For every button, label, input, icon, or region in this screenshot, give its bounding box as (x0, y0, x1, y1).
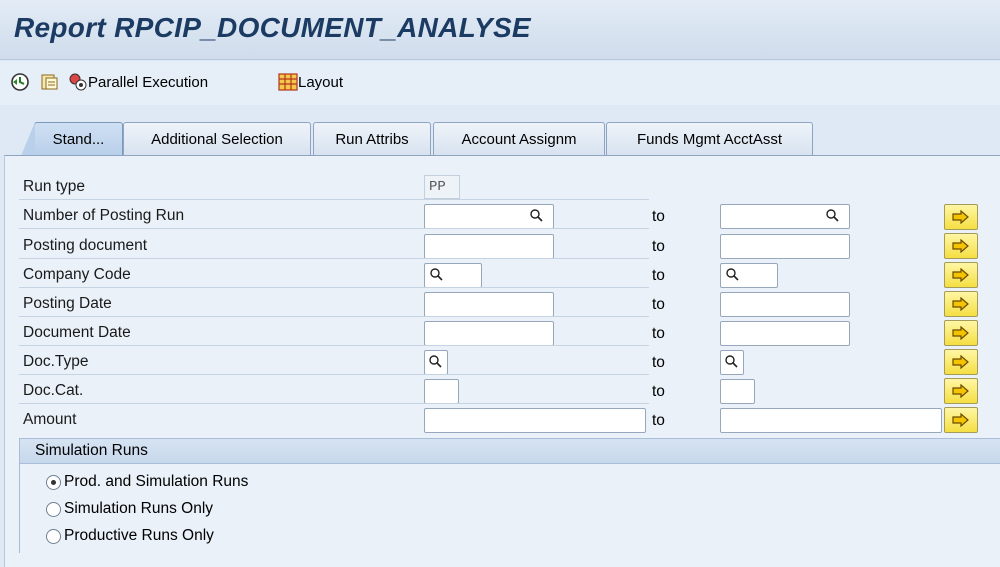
company-code-label: Company Code (23, 266, 131, 283)
layout-label: Layout (298, 73, 344, 91)
simulation-runs-title: Simulation Runs (35, 442, 148, 459)
to-label: to (652, 412, 665, 429)
execute-button[interactable] (10, 70, 30, 94)
radio-button-selected[interactable] (46, 474, 61, 490)
application-toolbar: Parallel Execution Layout (0, 61, 1000, 105)
posting-run-to-input[interactable] (720, 204, 850, 229)
doc-type-to-input[interactable] (720, 350, 744, 375)
company-code-from-input[interactable] (424, 263, 482, 288)
doc-type-label: Doc.Type (23, 353, 89, 370)
to-label: to (652, 208, 665, 225)
radio-button[interactable] (46, 501, 61, 517)
doc-cat-label: Doc.Cat. (23, 382, 84, 399)
search-help-icon[interactable] (428, 354, 444, 370)
title-bar: Report RPCIP_DOCUMENT_ANALYSE (0, 0, 1000, 60)
layout-button[interactable]: Layout (278, 70, 343, 94)
search-help-icon[interactable] (724, 354, 740, 370)
posting-document-to-input[interactable] (720, 234, 850, 259)
multiple-selection-button[interactable] (944, 407, 978, 433)
arrow-right-icon (952, 355, 969, 369)
multiple-selection-button[interactable] (944, 204, 978, 230)
multiple-selection-button[interactable] (944, 233, 978, 259)
to-label: to (652, 354, 665, 371)
amount-from-input[interactable] (424, 408, 646, 433)
tab-account-assignm[interactable]: Account Assignm (433, 122, 605, 155)
radio-prod-and-simulation[interactable]: Prod. and Simulation Runs (46, 473, 248, 491)
doc-cat-to-input[interactable] (720, 379, 755, 404)
posting-date-to-input[interactable] (720, 292, 850, 317)
tab-standard[interactable]: Stand... (21, 122, 123, 156)
arrow-right-icon (952, 413, 969, 427)
multiple-selection-button[interactable] (944, 262, 978, 288)
multiple-selection-button[interactable] (944, 320, 978, 346)
tab-additional-selection[interactable]: Additional Selection (123, 122, 311, 155)
company-code-to-input[interactable] (720, 263, 778, 288)
simulation-runs-group: Prod. and Simulation Runs Simulation Run… (19, 463, 1000, 553)
amount-to-input[interactable] (720, 408, 942, 433)
divider (19, 403, 649, 404)
search-help-icon[interactable] (825, 208, 841, 224)
search-help-icon[interactable] (725, 267, 741, 283)
posting-document-from-input[interactable] (424, 234, 554, 259)
to-label: to (652, 267, 665, 284)
posting-run-label: Number of Posting Run (23, 207, 185, 224)
divider (19, 345, 649, 346)
search-help-icon[interactable] (529, 208, 545, 224)
run-type-field: PP (424, 175, 460, 199)
tab-strip: Stand... Additional Selection Run Attrib… (0, 105, 1000, 156)
tab-funds-mgmt-acctasst[interactable]: Funds Mgmt AcctAsst (606, 122, 813, 155)
radio-label: Prod. and Simulation Runs (64, 473, 249, 490)
arrow-right-icon (952, 268, 969, 282)
multiple-selection-button[interactable] (944, 291, 978, 317)
divider (19, 374, 649, 375)
document-date-label: Document Date (23, 324, 131, 341)
parallel-execution-icon (69, 73, 87, 91)
to-label: to (652, 325, 665, 342)
posting-run-from-input[interactable] (424, 204, 554, 229)
simulation-runs-header: Simulation Runs (19, 438, 1000, 464)
arrow-right-icon (952, 326, 969, 340)
divider (19, 199, 649, 200)
page-title: Report RPCIP_DOCUMENT_ANALYSE (14, 12, 531, 43)
divider (19, 316, 649, 317)
posting-date-from-input[interactable] (424, 292, 554, 317)
tab-run-attribs[interactable]: Run Attribs (313, 122, 431, 155)
to-label: to (652, 296, 665, 313)
multiple-selection-button[interactable] (944, 349, 978, 375)
parallel-execution-button[interactable]: Parallel Execution (68, 70, 208, 94)
to-label: to (652, 238, 665, 255)
divider (19, 258, 649, 259)
arrow-right-icon (952, 384, 969, 398)
to-label: to (652, 383, 665, 400)
arrow-right-icon (952, 210, 969, 224)
posting-date-label: Posting Date (23, 295, 112, 312)
posting-document-label: Posting document (23, 237, 148, 254)
doc-cat-from-input[interactable] (424, 379, 459, 404)
multiple-selection-button[interactable] (944, 378, 978, 404)
selection-panel: Run type PP Number of Posting Run to Pos… (4, 155, 1000, 567)
amount-label: Amount (23, 411, 77, 428)
radio-productive-only[interactable]: Productive Runs Only (46, 527, 214, 545)
parallel-execution-label: Parallel Execution (88, 73, 209, 91)
divider (19, 228, 649, 229)
execute-clock-icon (11, 73, 29, 91)
divider (19, 287, 649, 288)
arrow-right-icon (952, 239, 969, 253)
radio-button[interactable] (46, 528, 61, 544)
radio-label: Simulation Runs Only (64, 500, 214, 517)
arrow-right-icon (952, 297, 969, 311)
document-date-to-input[interactable] (720, 321, 850, 346)
get-variant-icon (41, 74, 58, 90)
search-help-icon[interactable] (429, 267, 445, 283)
run-type-label: Run type (23, 178, 86, 195)
radio-simulation-only[interactable]: Simulation Runs Only (46, 500, 213, 518)
radio-label: Productive Runs Only (64, 527, 214, 544)
get-variant-button[interactable] (40, 70, 60, 94)
document-date-from-input[interactable] (424, 321, 554, 346)
doc-type-from-input[interactable] (424, 350, 448, 375)
layout-grid-icon (278, 73, 298, 91)
